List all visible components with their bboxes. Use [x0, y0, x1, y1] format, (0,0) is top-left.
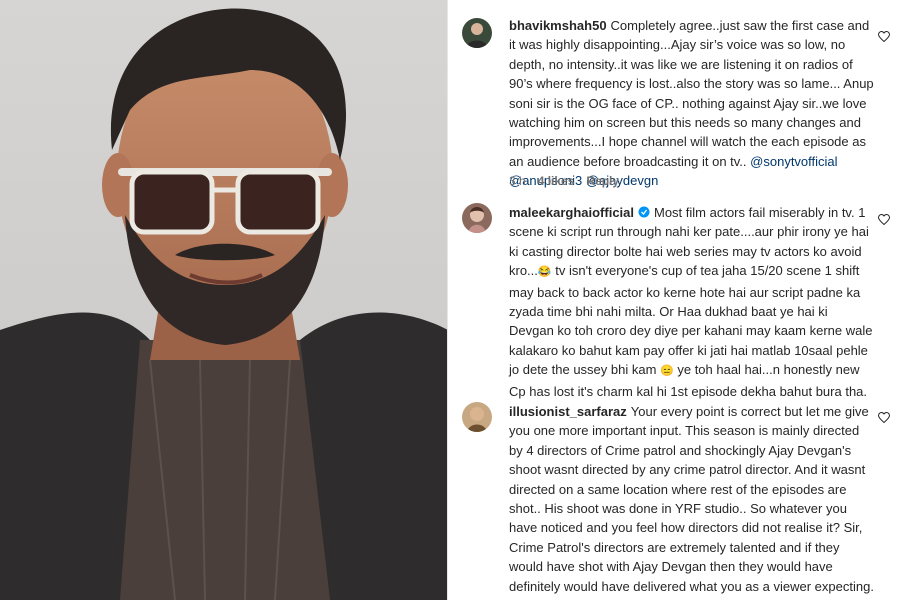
- user-avatar-icon[interactable]: [462, 402, 492, 432]
- comment-body: Your every point is correct but let me g…: [509, 404, 874, 600]
- like-heart-icon[interactable]: [877, 30, 891, 43]
- verified-badge-icon: [638, 204, 650, 218]
- comment-text: bhavikmshah50 Completely agree..just saw …: [509, 16, 874, 191]
- username[interactable]: bhavikmshah50: [509, 18, 607, 33]
- user-avatar-icon[interactable]: [462, 203, 492, 233]
- username[interactable]: maleekarghaiofficial: [509, 205, 634, 220]
- laughing-emoji: 😂: [537, 266, 552, 279]
- username[interactable]: illusionist_sarfaraz: [509, 404, 627, 419]
- post-photo: [0, 0, 448, 600]
- comment-text: maleekarghaiofficial Most film actors fai…: [509, 203, 874, 401]
- like-heart-icon[interactable]: [877, 411, 891, 424]
- comment-likes[interactable]: 4 likes: [538, 174, 575, 188]
- mention-sonytvofficial[interactable]: @sonytvofficial: [750, 154, 837, 169]
- like-heart-icon[interactable]: [877, 213, 891, 226]
- comment-body-2: tv isn't everyone's cup of tea jaha 15/2…: [509, 263, 873, 378]
- comment-body: Completely agree..just saw the first cas…: [509, 18, 874, 169]
- comment-time: 3 h: [509, 174, 526, 188]
- comment-text: illusionist_sarfaraz Your every point is …: [509, 402, 874, 600]
- man-portrait-image: [0, 8, 447, 600]
- user-avatar-icon[interactable]: [462, 18, 492, 48]
- comment-meta: 3 h 4 likes Reply: [509, 174, 619, 188]
- expressionless-emoji: 😑: [660, 365, 674, 378]
- comments-panel: bhavikmshah50 Completely agree..just saw …: [452, 0, 900, 600]
- reply-button[interactable]: Reply: [586, 174, 619, 188]
